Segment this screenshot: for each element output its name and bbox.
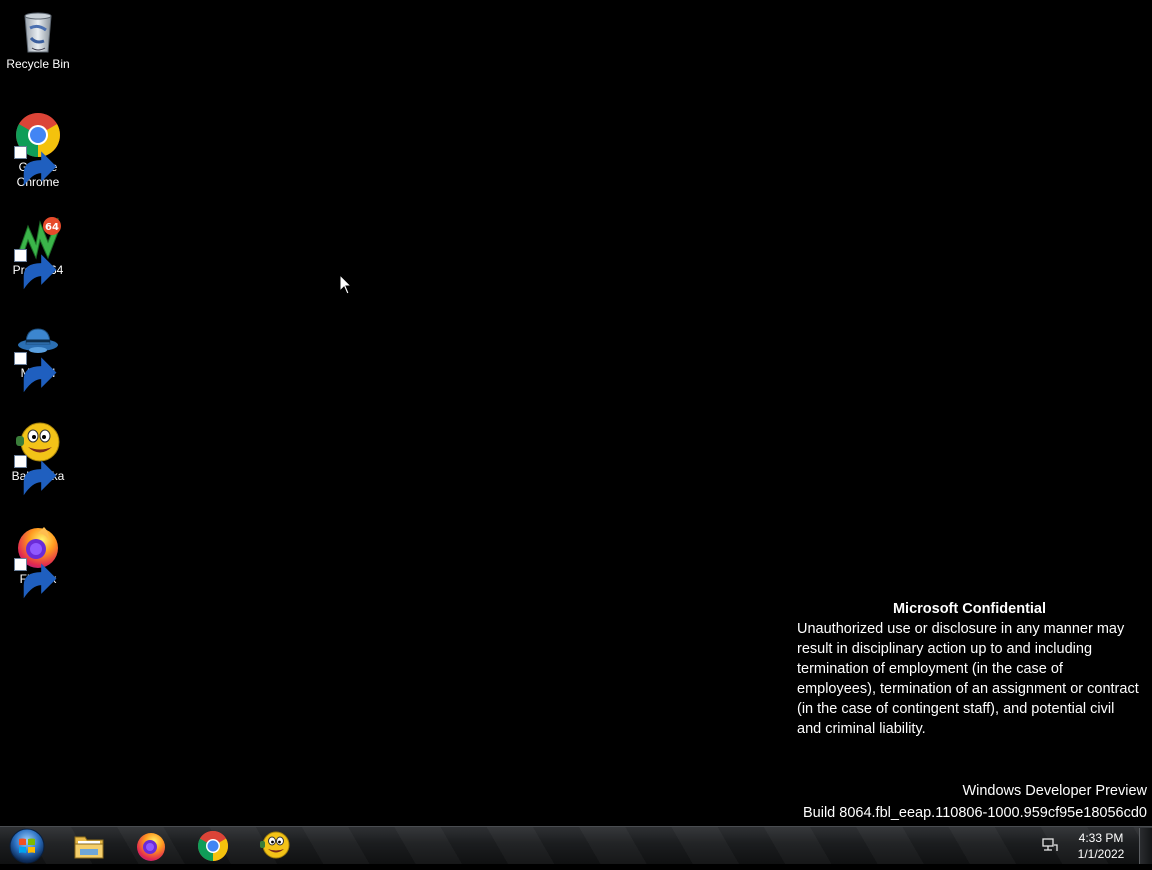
taskbar: 4:33 PM 1/1/2022 [0, 826, 1152, 864]
shortcut-arrow-icon [14, 558, 57, 599]
project64-icon: 64 [14, 214, 62, 290]
start-button[interactable] [7, 827, 47, 865]
balabolka-icon [260, 831, 290, 858]
clock-time: 4:33 PM [1078, 831, 1124, 845]
firefox-icon [14, 523, 62, 599]
start-button-icon [9, 828, 45, 864]
desktop: Recycle Bin Google Chrome 64 [0, 0, 1152, 826]
desktop-icon-mash[interactable]: MASH [4, 317, 72, 393]
confidential-title: Microsoft Confidential [892, 601, 1047, 617]
desktop-icon-firefox[interactable]: Firefox [4, 523, 72, 599]
watermark-edition: Windows Developer Preview [962, 783, 1147, 799]
desktop-icon-recycle-bin[interactable]: Recycle Bin [4, 8, 72, 72]
recycle-bin-icon [14, 8, 62, 56]
desktop-icon-label: Recycle Bin [6, 57, 70, 71]
taskbar-firefox[interactable] [129, 828, 173, 863]
desktop-icon-google-chrome[interactable]: Google Chrome [4, 111, 72, 190]
confidential-notice: Microsoft Confidential Unauthorized use … [797, 599, 1142, 739]
chrome-icon [197, 830, 229, 861]
firefox-icon [137, 832, 165, 861]
desktop-icon-project64[interactable]: 64 Project64 [4, 214, 72, 290]
show-desktop-button[interactable] [1139, 828, 1152, 864]
taskbar-chrome[interactable] [191, 828, 235, 863]
confidential-body: Unauthorized use or disclosure in any ma… [797, 621, 1139, 737]
build-watermark: Windows Developer Preview Build 8064.fbl… [803, 780, 1147, 824]
system-clock[interactable]: 4:33 PM 1/1/2022 [1068, 830, 1134, 862]
taskbar-file-explorer[interactable] [67, 828, 111, 863]
mash-icon [14, 317, 62, 393]
network-icon[interactable] [1041, 836, 1059, 854]
balabolka-icon [14, 420, 62, 496]
file-explorer-icon [74, 836, 104, 858]
watermark-build: Build 8064.fbl_eeap.110806-1000.959cf95e… [802, 805, 1147, 821]
clock-date: 1/1/2022 [1077, 847, 1125, 861]
chrome-icon [14, 111, 62, 187]
shortcut-arrow-icon [14, 455, 57, 496]
shortcut-arrow-icon [14, 352, 57, 393]
shortcut-arrow-icon [14, 249, 57, 290]
desktop-icon-balabolka[interactable]: Balabolka [4, 420, 72, 496]
taskbar-balabolka[interactable] [253, 828, 297, 863]
svg-text:64: 64 [45, 222, 59, 233]
shortcut-arrow-icon [14, 146, 57, 187]
mouse-cursor-icon [339, 274, 353, 295]
